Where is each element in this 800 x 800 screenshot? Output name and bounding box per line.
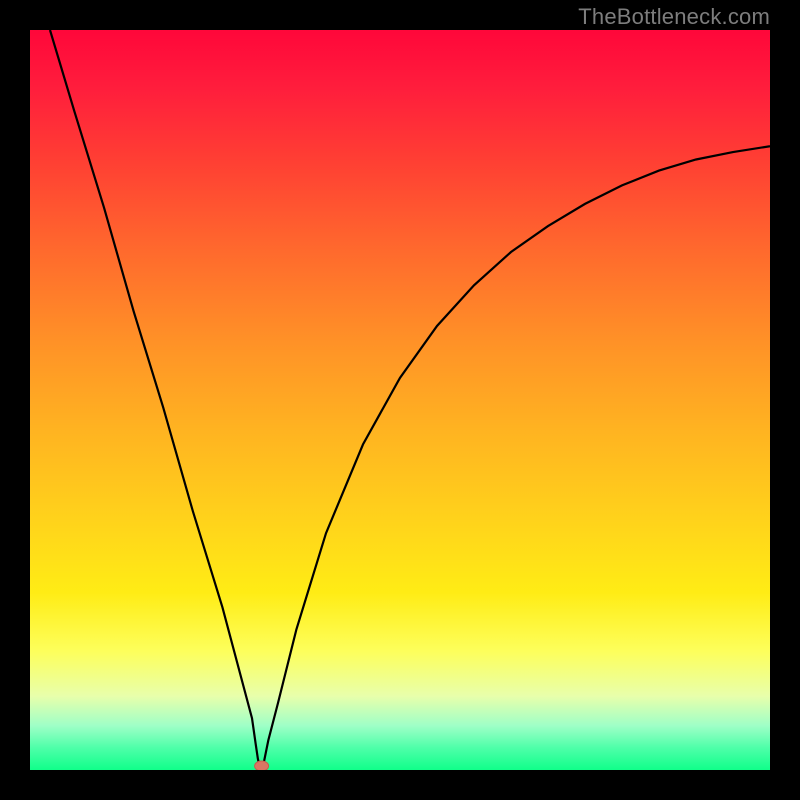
bottleneck-curve-left [50,30,261,770]
curve-layer [30,30,770,770]
plot-area [30,30,770,770]
bottleneck-curve-right [262,146,770,770]
chart-frame: TheBottleneck.com [0,0,800,800]
vertex-marker [255,761,269,770]
watermark-text: TheBottleneck.com [578,4,770,30]
